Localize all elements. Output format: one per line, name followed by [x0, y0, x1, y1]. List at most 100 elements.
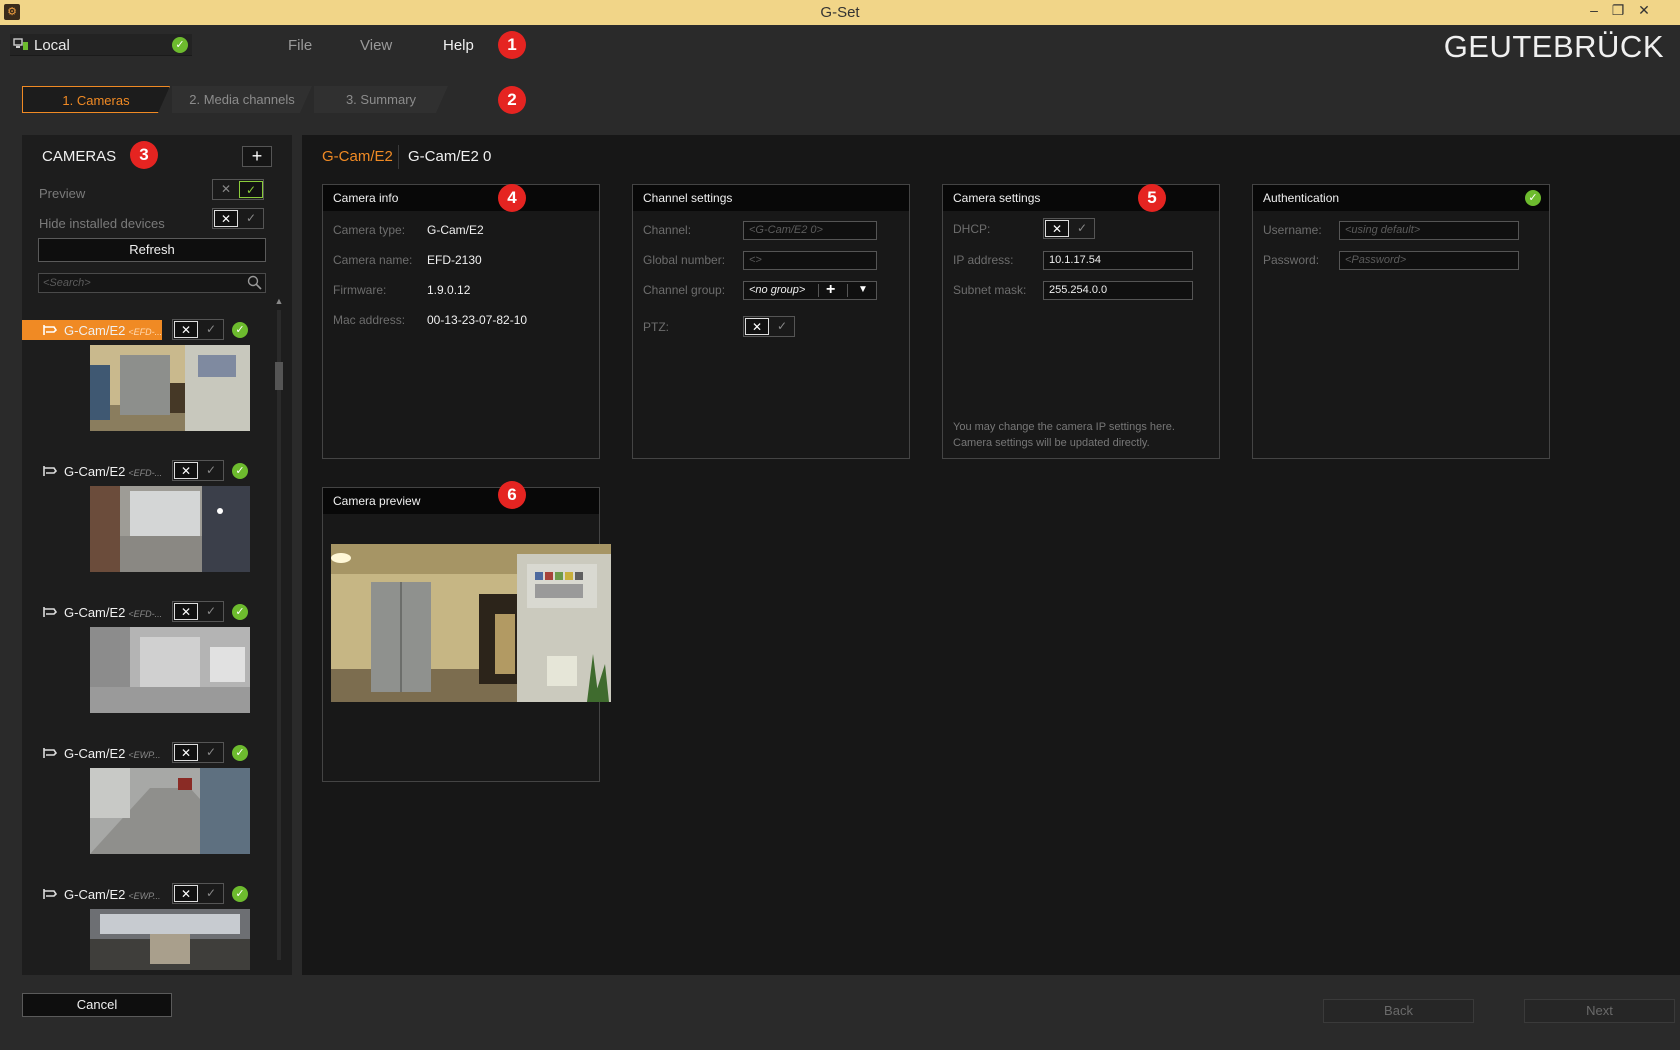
- add-group-icon[interactable]: +: [826, 281, 835, 299]
- step-media-channels[interactable]: 2. Media channels: [172, 86, 312, 113]
- camera-icon: [42, 323, 58, 337]
- toggle-off-icon[interactable]: ✕: [745, 318, 769, 335]
- username-field[interactable]: <using default>: [1339, 221, 1519, 240]
- camera-enable-toggle[interactable]: ✕ ✓: [172, 319, 224, 340]
- search-placeholder: <Search>: [43, 277, 91, 289]
- toggle-on-icon[interactable]: ✓: [770, 318, 794, 335]
- hide-installed-label: Hide installed devices: [39, 216, 165, 231]
- camera-preview-image[interactable]: [331, 544, 611, 702]
- field-placeholder: <G-Cam/E2 0>: [749, 224, 823, 236]
- camera-icon: [42, 887, 58, 901]
- camera-detail-panel: G-Cam/E2 G-Cam/E2 0 Camera info Camera t…: [302, 135, 1680, 975]
- toggle-off-icon[interactable]: ✕: [174, 603, 198, 620]
- window-title: G-Set: [820, 4, 860, 21]
- scroll-up-icon[interactable]: ▲: [274, 296, 284, 306]
- camera-enable-toggle[interactable]: ✕ ✓: [172, 742, 224, 763]
- connection-selector[interactable]: Local ✓: [10, 34, 192, 56]
- card-header: Camera info: [323, 185, 599, 211]
- camera-search-input[interactable]: <Search>: [38, 273, 266, 293]
- toggle-on-icon[interactable]: ✓: [239, 181, 263, 198]
- toggle-off-icon[interactable]: ✕: [214, 181, 238, 198]
- card-title: Channel settings: [643, 191, 733, 205]
- pc-icon: [13, 37, 29, 51]
- minimize-icon[interactable]: –: [1584, 2, 1604, 18]
- search-icon[interactable]: [247, 275, 262, 290]
- camera-thumbnail[interactable]: [90, 627, 250, 713]
- menu-view[interactable]: View: [360, 37, 392, 54]
- card-header: Authentication ✓: [1253, 185, 1549, 211]
- camera-status-icon: ✓: [232, 322, 248, 338]
- channel-name-field[interactable]: <G-Cam/E2 0>: [743, 221, 877, 240]
- channel-settings-card: Channel settings Channel: <G-Cam/E2 0> G…: [632, 184, 910, 459]
- toggle-off-icon[interactable]: ✕: [174, 321, 198, 338]
- breadcrumb-model[interactable]: G-Cam/E2: [322, 148, 393, 165]
- toggle-on-icon[interactable]: ✓: [199, 321, 223, 338]
- menu-help[interactable]: Help: [443, 37, 474, 54]
- refresh-button[interactable]: Refresh: [38, 238, 266, 262]
- camera-name: G-Cam/E2 <EFD-...: [64, 605, 163, 620]
- toggle-on-icon[interactable]: ✓: [199, 885, 223, 902]
- camera-thumbnail[interactable]: [90, 909, 250, 970]
- toggle-on-icon[interactable]: ✓: [199, 744, 223, 761]
- global-number-field[interactable]: <>: [743, 251, 877, 270]
- ptz-label: PTZ:: [643, 320, 669, 334]
- password-field[interactable]: <Password>: [1339, 251, 1519, 270]
- info-value: 00-13-23-07-82-10: [427, 313, 528, 327]
- toggle-on-icon[interactable]: ✓: [1070, 220, 1094, 237]
- title-bar: ⚙ G-Set – ❐ ✕: [0, 0, 1680, 25]
- camera-enable-toggle[interactable]: ✕ ✓: [172, 460, 224, 481]
- close-icon[interactable]: ✕: [1634, 2, 1654, 19]
- dhcp-toggle[interactable]: ✕ ✓: [1043, 218, 1095, 239]
- add-camera-button[interactable]: +: [242, 146, 272, 167]
- restore-icon[interactable]: ❐: [1608, 2, 1628, 19]
- connection-status-icon: ✓: [172, 37, 188, 53]
- camera-list-scrollbar[interactable]: ▲: [274, 296, 284, 960]
- hide-installed-toggle[interactable]: ✕ ✓: [212, 208, 264, 229]
- scroll-thumb[interactable]: [275, 362, 283, 390]
- callout-badge-4: 4: [498, 184, 526, 212]
- channel-group-select[interactable]: <no group> + ▼: [743, 281, 877, 300]
- camera-icon: [42, 605, 58, 619]
- next-button[interactable]: Next: [1524, 999, 1675, 1023]
- info-label: Mac address:: [333, 313, 406, 327]
- field-placeholder: <>: [749, 254, 762, 266]
- auth-status-icon: ✓: [1525, 190, 1541, 206]
- toggle-off-icon[interactable]: ✕: [174, 885, 198, 902]
- callout-badge-1: 1: [498, 31, 526, 59]
- chevron-down-icon[interactable]: ▼: [858, 284, 868, 295]
- preview-toggle[interactable]: ✕ ✓: [212, 179, 264, 200]
- menu-file[interactable]: File: [288, 37, 312, 54]
- back-button[interactable]: Back: [1323, 999, 1474, 1023]
- camera-settings-hint: You may change the camera IP settings he…: [953, 419, 1175, 451]
- step-cameras[interactable]: 1. Cameras: [22, 86, 170, 113]
- menu-bar: Local ✓ File View Help 1 GEUTEBRÜCK: [0, 25, 1680, 65]
- toggle-on-icon[interactable]: ✓: [199, 462, 223, 479]
- ip-address-field[interactable]: 10.1.17.54: [1043, 251, 1193, 270]
- info-label: Firmware:: [333, 283, 387, 297]
- toggle-on-icon[interactable]: ✓: [239, 210, 263, 227]
- toggle-on-icon[interactable]: ✓: [199, 603, 223, 620]
- callout-badge-5: 5: [1138, 184, 1166, 212]
- cancel-button[interactable]: Cancel: [22, 993, 172, 1017]
- card-header: Channel settings: [633, 185, 909, 211]
- toggle-off-icon[interactable]: ✕: [1045, 220, 1069, 237]
- camera-enable-toggle[interactable]: ✕ ✓: [172, 601, 224, 622]
- channel-label: Channel:: [643, 223, 692, 237]
- camera-name: G-Cam/E2 <EWP...: [64, 746, 161, 761]
- toggle-off-icon[interactable]: ✕: [174, 462, 198, 479]
- camera-thumbnail[interactable]: [90, 486, 250, 572]
- breadcrumb-channel: G-Cam/E2 0: [408, 148, 492, 165]
- camera-thumbnail[interactable]: [90, 345, 250, 431]
- callout-badge-2: 2: [498, 86, 526, 114]
- subnet-mask-field[interactable]: 255.254.0.0: [1043, 281, 1193, 300]
- ptz-toggle[interactable]: ✕ ✓: [743, 316, 795, 337]
- group-selected-value: <no group>: [749, 284, 806, 296]
- ip-address-label: IP address:: [953, 253, 1014, 267]
- camera-enable-toggle[interactable]: ✕ ✓: [172, 883, 224, 904]
- toggle-off-icon[interactable]: ✕: [214, 210, 238, 227]
- camera-thumbnail[interactable]: [90, 768, 250, 854]
- preview-label: Preview: [39, 186, 86, 201]
- card-title: Camera settings: [953, 191, 1041, 205]
- toggle-off-icon[interactable]: ✕: [174, 744, 198, 761]
- step-summary[interactable]: 3. Summary: [314, 86, 448, 113]
